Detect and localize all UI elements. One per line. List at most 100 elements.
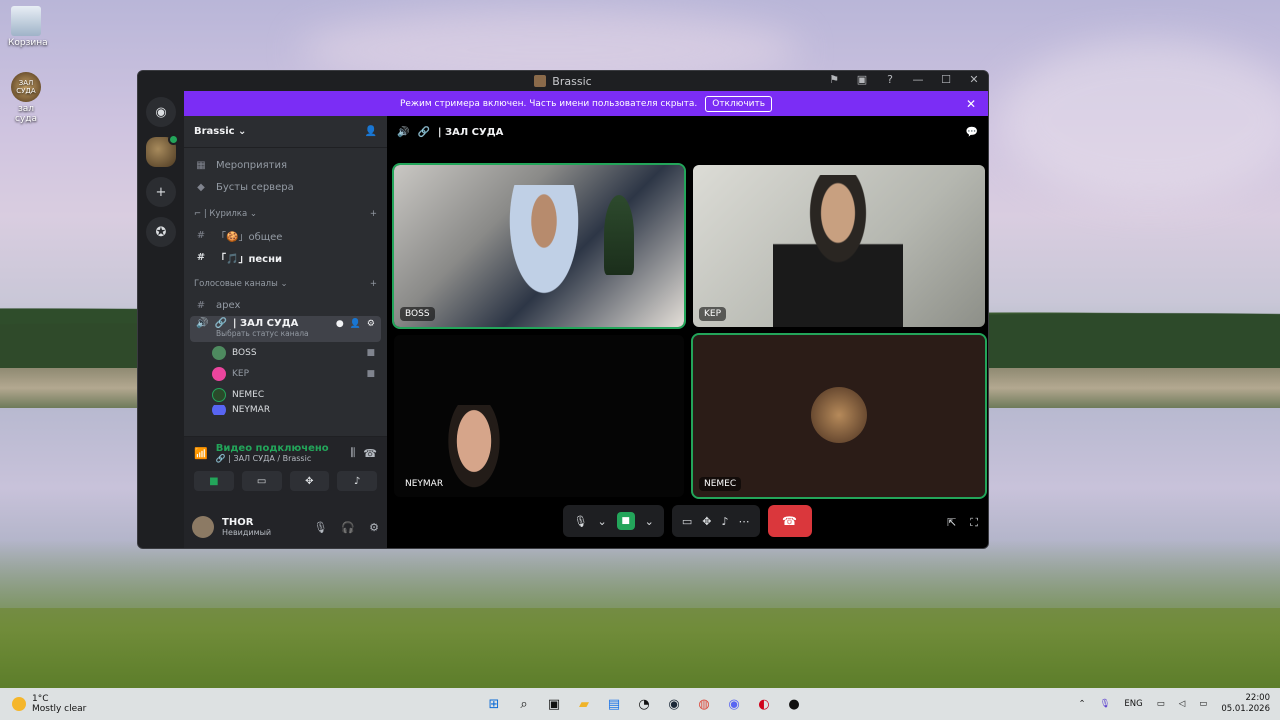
help-icon[interactable]: ? bbox=[882, 73, 898, 86]
username: THOR bbox=[222, 517, 254, 528]
soundboard-icon[interactable]: ♪ bbox=[722, 515, 729, 528]
member-name: BOSS bbox=[232, 347, 257, 358]
discover-icon[interactable]: ✪ bbox=[146, 217, 176, 247]
channel-label: apex bbox=[216, 299, 241, 311]
opera-icon[interactable]: ◐ bbox=[754, 694, 774, 714]
chat-icon[interactable]: ● bbox=[336, 319, 344, 329]
camera-toggle-button[interactable]: ■ bbox=[616, 512, 635, 530]
banner-text: Режим стримера включен. Часть имени поль… bbox=[399, 98, 698, 109]
language-indicator[interactable]: ENG bbox=[1124, 699, 1142, 709]
volume-icon[interactable]: ◁ bbox=[1179, 699, 1186, 709]
disable-streamer-mode-button[interactable]: Отключить bbox=[705, 95, 773, 112]
soundboard-button[interactable]: ♪ bbox=[337, 471, 377, 491]
chevron-up-icon[interactable]: ⌃ bbox=[1078, 699, 1085, 709]
category-kurilka[interactable]: ⌐ | Курилка ⌄ + bbox=[184, 204, 387, 224]
battery-icon[interactable]: ▭ bbox=[1199, 699, 1207, 709]
sidebar-item-events[interactable]: ▦ Мероприятия bbox=[184, 154, 387, 176]
server-icon-brassic[interactable] bbox=[146, 134, 179, 167]
category-voice[interactable]: Голосовые каналы ⌄ + bbox=[184, 274, 387, 294]
gear-icon[interactable]: ⚙ bbox=[369, 521, 379, 534]
discord-icon[interactable]: ◉ bbox=[724, 694, 744, 714]
headphones-icon[interactable]: 🎧 bbox=[341, 521, 355, 534]
call-channel-title: | ЗАЛ СУДА bbox=[437, 126, 504, 138]
taskbar: 1°C Mostly clear ⊞ ⌕ ▣ ▰ ▤ ◔ ◉ ◍ ◉ ◐ ● ⌃… bbox=[0, 688, 1280, 720]
hashtag-icon: # bbox=[196, 251, 206, 263]
close-icon[interactable]: ✕ bbox=[966, 97, 976, 111]
camera-icon: ■ bbox=[366, 347, 375, 358]
network-icon[interactable]: ▭ bbox=[1157, 699, 1165, 709]
microphone-icon[interactable]: 🎙 bbox=[313, 521, 327, 534]
speedtest-icon[interactable]: ◔ bbox=[634, 694, 654, 714]
channel-pesni[interactable]: # 「🎵」песни bbox=[184, 246, 387, 268]
hang-up-button[interactable]: ☎ bbox=[767, 505, 812, 537]
add-channel-icon[interactable]: + bbox=[370, 209, 377, 219]
chat-icon[interactable]: 💬 bbox=[966, 127, 978, 138]
avatar[interactable] bbox=[192, 516, 214, 538]
chevron-down-icon[interactable]: ⌄ bbox=[645, 515, 654, 528]
chevron-down-icon[interactable]: ⌄ bbox=[597, 515, 606, 528]
video-tile[interactable]: NEMEC bbox=[691, 333, 987, 499]
active-voice-channel[interactable]: 🔊 🔗 | ЗАЛ СУДА ● 👤 ⚙ Выбрать статус кана… bbox=[190, 316, 381, 342]
close-button[interactable]: ✕ bbox=[966, 73, 982, 86]
microphone-icon[interactable]: 🎙 bbox=[1100, 699, 1111, 709]
microphone-icon[interactable]: 🎙 bbox=[573, 515, 587, 528]
chevron-down-icon: ⌄ bbox=[238, 126, 247, 137]
app-icon[interactable]: ● bbox=[784, 694, 804, 714]
task-view-icon[interactable]: ▣ bbox=[544, 694, 564, 714]
voice-channel-path[interactable]: 🔗 | ЗАЛ СУДА / Brassic bbox=[216, 454, 329, 463]
user-status: Невидимый bbox=[222, 528, 272, 537]
more-icon[interactable]: ⋯ bbox=[739, 515, 750, 528]
channel-obshchee[interactable]: # 「🍪」общее bbox=[184, 224, 387, 246]
video-feed-tree bbox=[604, 195, 634, 275]
video-tile[interactable]: NEYMAR bbox=[394, 335, 684, 497]
camera-button[interactable]: ■ bbox=[194, 471, 234, 491]
noise-suppression-icon[interactable]: ⫼ bbox=[350, 446, 355, 460]
screen-share-icon[interactable]: ▭ bbox=[682, 515, 692, 528]
sidebar-item-boosts[interactable]: ◆ Бусты сервера bbox=[184, 176, 387, 198]
video-tile[interactable]: BOSS bbox=[392, 163, 686, 329]
add-channel-icon[interactable]: + bbox=[370, 279, 377, 289]
desktop-icon-zal-suda[interactable]: ЗАЛ СУДА зал суда bbox=[8, 72, 44, 124]
store-icon[interactable]: ▤ bbox=[604, 694, 624, 714]
desktop-icon-recycle-bin[interactable]: Корзина bbox=[8, 6, 48, 48]
server-header[interactable]: Brassic ⌄ 👤 bbox=[184, 116, 387, 148]
voice-member[interactable]: KEP ■ bbox=[184, 363, 387, 384]
activities-icon[interactable]: ✥ bbox=[702, 515, 711, 528]
file-explorer-icon[interactable]: ▰ bbox=[574, 694, 594, 714]
mic-camera-group: 🎙 ⌄ ■ ⌄ bbox=[563, 505, 664, 537]
wallpaper-grass bbox=[0, 540, 1280, 690]
voice-member[interactable]: NEYMAR bbox=[184, 405, 387, 415]
channel-status[interactable]: Выбрать статус канала bbox=[216, 329, 375, 338]
fullscreen-icon[interactable]: ⛶ bbox=[970, 516, 978, 530]
video-tile[interactable]: KEP bbox=[693, 165, 985, 327]
video-feed-boss bbox=[504, 185, 584, 305]
maximize-button[interactable]: ☐ bbox=[938, 73, 954, 86]
activities-button[interactable]: ✥ bbox=[289, 471, 330, 491]
hashtag-icon: # bbox=[196, 299, 206, 311]
start-icon[interactable]: ⊞ bbox=[484, 694, 504, 714]
minimize-button[interactable]: — bbox=[910, 73, 926, 86]
channel-apex[interactable]: # apex bbox=[184, 294, 387, 316]
inbox-icon[interactable]: ▣ bbox=[854, 73, 870, 86]
chrome-icon[interactable]: ◍ bbox=[694, 694, 714, 714]
steam-icon[interactable]: ◉ bbox=[664, 694, 684, 714]
screen-share-button[interactable]: ▭ bbox=[241, 471, 282, 491]
disconnect-icon[interactable]: ☎ bbox=[363, 447, 377, 460]
calendar-icon: ▦ bbox=[196, 159, 206, 171]
voice-member[interactable]: BOSS ■ bbox=[184, 342, 387, 363]
search-icon[interactable]: ⌕ bbox=[514, 694, 534, 714]
voice-member[interactable]: NEMEC bbox=[184, 384, 387, 405]
add-member-icon[interactable]: 👤 bbox=[350, 319, 361, 329]
weather-widget[interactable]: 1°C Mostly clear bbox=[0, 694, 200, 714]
pop-out-icon[interactable]: ⇱ bbox=[947, 516, 956, 530]
flag-icon[interactable]: ⚑ bbox=[826, 73, 842, 86]
discord-home-icon[interactable]: ◉ bbox=[146, 97, 176, 127]
avatar bbox=[212, 366, 226, 381]
gear-icon[interactable]: ⚙ bbox=[367, 319, 375, 329]
avatar bbox=[212, 405, 226, 415]
add-server-icon[interactable]: + bbox=[146, 177, 176, 207]
system-tray: ⌃ 🎙 ENG ▭ ◁ ▭ 22:00 05.01.2026 bbox=[1078, 693, 1270, 715]
member-name: NEYMAR bbox=[232, 405, 271, 415]
clock[interactable]: 22:00 05.01.2026 bbox=[1221, 693, 1270, 715]
invite-icon[interactable]: 👤 bbox=[365, 126, 377, 137]
